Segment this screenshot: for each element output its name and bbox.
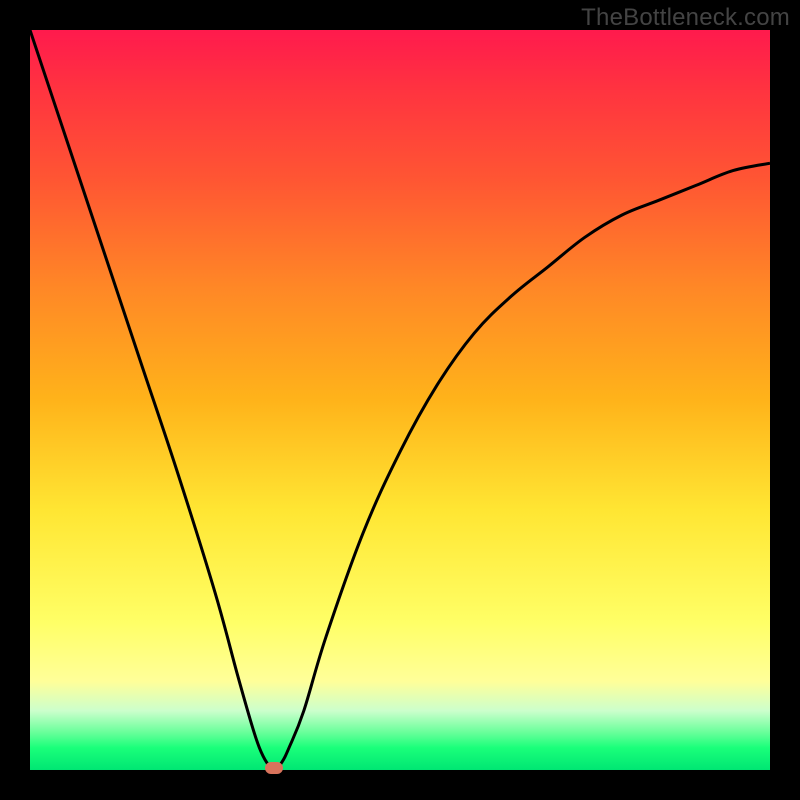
chart-frame: TheBottleneck.com [0, 0, 800, 800]
bottleneck-curve [30, 30, 770, 770]
plot-area [30, 30, 770, 770]
curve-path [30, 30, 770, 770]
watermark-text: TheBottleneck.com [581, 4, 790, 32]
optimum-marker [265, 762, 283, 774]
